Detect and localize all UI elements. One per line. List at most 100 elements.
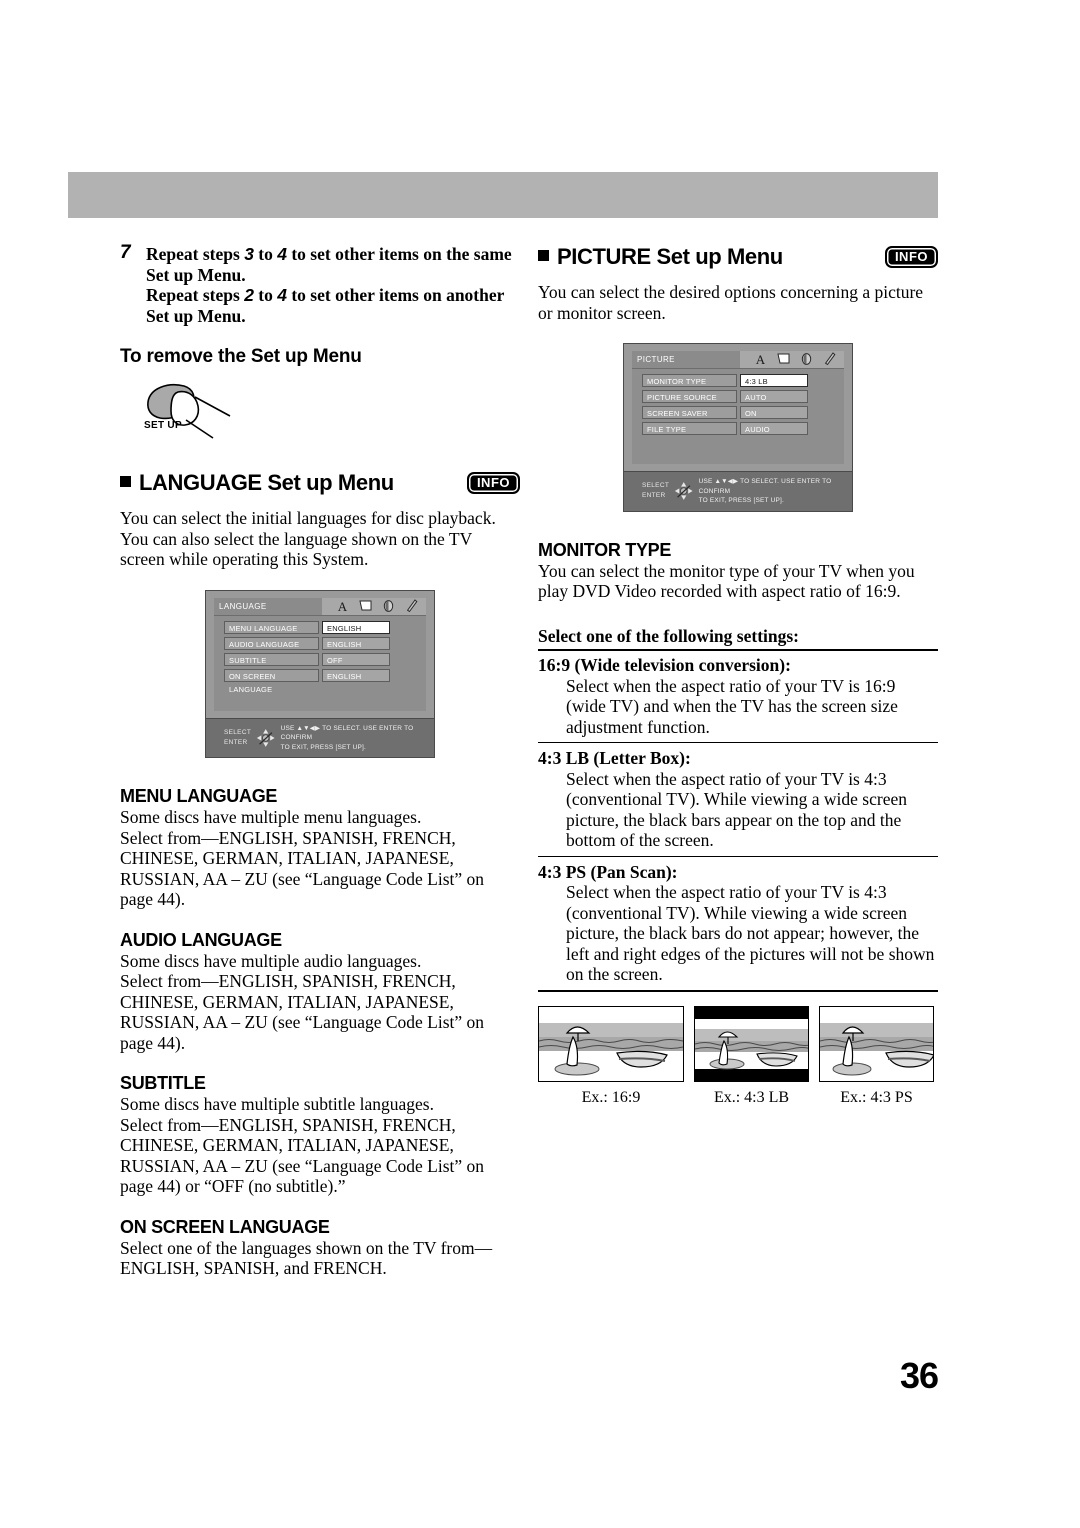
example-4-3-ps-caption: Ex.: 4:3 PS (840, 1088, 913, 1106)
picture-osd-screenshot: PICTURE A MONITOR TYPE 4:3 LB PICTURE SO (623, 343, 853, 512)
dpad-icon[interactable] (674, 480, 693, 502)
audio-language-line-1: Some discs have multiple audio languages… (120, 950, 422, 971)
setup-button-illustration: SET UP (138, 380, 298, 442)
osd-row-value[interactable]: ENGLISH (322, 620, 390, 634)
aspect-ratio-examples: Ex.: 16:9 Ex.: 4:3 LB Ex.: 4:3 PS (538, 1005, 938, 1107)
osd-nav-select-label: SELECT (642, 482, 670, 490)
audio-language-line-2: Select from—ENGLISH, SPANISH, FRENCH, CH… (120, 971, 485, 1053)
osd-row-label: SUBTITLE (224, 652, 319, 666)
finger-pressing-setup-button-icon (147, 384, 231, 439)
osd-nav-key-labels: SELECT ENTER (642, 481, 669, 501)
page-number: 36 (899, 1355, 939, 1396)
picture-section-header: PICTURE Set up Menu INFO (538, 244, 938, 270)
step-line1-num2: 4 (277, 244, 287, 264)
step-line2-num2: 4 (277, 285, 287, 305)
osd-row-label: AUDIO LANGUAGE (224, 636, 319, 650)
step-line1-b: to (253, 244, 278, 264)
step-line-1: Repeat steps 3 to 4 to set other items o… (146, 244, 512, 285)
example-4-3-lb-frame (694, 1005, 809, 1082)
osd-row-value[interactable]: AUDIO (740, 422, 808, 435)
picture-osd-nav-bar: SELECT ENTER USE ▲▼◀▶ TO SELECT. USE ENT… (624, 471, 852, 511)
language-osd-tab-title[interactable]: LANGUAGE (214, 597, 322, 615)
example-16-9-caption: Ex.: 16:9 (581, 1088, 641, 1106)
osd-row-value[interactable]: 4:3 LB (740, 374, 808, 387)
monitor-type-intro: You can select the monitor type of your … (538, 560, 915, 602)
setup-button-label: SET UP (144, 420, 182, 431)
osd-row-value[interactable]: AUTO (740, 390, 808, 403)
osd-row[interactable]: AUDIO LANGUAGE ENGLISH (224, 636, 420, 650)
remove-setup-menu-heading: To remove the Set up Menu (120, 346, 362, 367)
setting-desc-4-3-lb: Select when the aspect ratio of your TV … (566, 768, 907, 851)
osd-row[interactable]: SUBTITLE OFF (224, 652, 420, 666)
osd-nav-line-2: TO EXIT, PRESS [SET UP]. (280, 743, 367, 751)
osd-nav-enter-label: ENTER (642, 492, 666, 500)
osd-row-value[interactable]: ON (740, 406, 808, 419)
step-line2-a: Repeat steps (146, 285, 245, 305)
disc-icon[interactable] (382, 599, 395, 613)
osd-row-label: ON SCREEN LANGUAGE (224, 668, 319, 694)
header-band (68, 172, 938, 218)
language-osd-tabrow: LANGUAGE A (214, 597, 426, 616)
setting-desc-4-3-ps: Select when the aspect ratio of your TV … (566, 882, 935, 984)
subtitle-line-2: Select from—ENGLISH, SPANISH, FRENCH, CH… (120, 1114, 485, 1197)
letter-a-icon[interactable]: A (336, 599, 349, 613)
svg-text:A: A (756, 352, 766, 366)
language-osd-inner: LANGUAGE A MENU LANGUAGE ENGLISH AUDIO L (214, 597, 426, 711)
osd-row[interactable]: PICTURE SOURCE AUTO (642, 390, 838, 403)
picture-osd-rows: MONITOR TYPE 4:3 LB PICTURE SOURCE AUTO … (632, 369, 844, 464)
language-osd-tab-icons: A (336, 599, 418, 613)
example-4-3-ps: Ex.: 4:3 PS (819, 1005, 934, 1107)
wrench-icon[interactable] (823, 352, 836, 366)
square-bullet-icon (538, 249, 549, 261)
setting-term-16-9: 16:9 (Wide television conversion): (538, 655, 791, 675)
subtitle-heading: SUBTITLE (120, 1073, 206, 1093)
osd-row[interactable]: MENU LANGUAGE ENGLISH (224, 620, 420, 634)
osd-row[interactable]: SCREEN SAVER ON (642, 406, 838, 419)
setting-term-4-3-lb: 4:3 LB (Letter Box): (538, 748, 691, 768)
beach-scene-panscan-icon (820, 1006, 933, 1081)
picture-osd-tab-icons: A (754, 352, 836, 366)
osd-row-value[interactable]: OFF (322, 652, 390, 666)
osd-row[interactable]: MONITOR TYPE 4:3 LB (642, 374, 838, 387)
language-osd-rows: MENU LANGUAGE ENGLISH AUDIO LANGUAGE ENG… (214, 615, 426, 711)
disc-icon[interactable] (800, 352, 813, 366)
osd-row-value[interactable]: ENGLISH (322, 636, 390, 650)
osd-row[interactable]: ON SCREEN LANGUAGE ENGLISH (224, 668, 420, 694)
step-line1-a: Repeat steps (146, 244, 245, 264)
dpad-icon[interactable] (256, 727, 275, 749)
svg-text:A: A (338, 599, 348, 613)
language-section-title-wrap: LANGUAGE Set up Menu (120, 470, 394, 496)
osd-row-label: SCREEN SAVER (642, 406, 737, 419)
screen-icon[interactable] (777, 352, 790, 366)
language-section-intro: You can select the initial languages for… (120, 508, 496, 569)
info-badge-language[interactable]: INFO (466, 472, 520, 494)
example-4-3-ps-frame (819, 1005, 934, 1082)
osd-row-label: PICTURE SOURCE (642, 390, 737, 403)
osd-row-label: MONITOR TYPE (642, 374, 737, 387)
example-4-3-lb-caption: Ex.: 4:3 LB (713, 1088, 790, 1106)
osd-nav-line-1: USE ▲▼◀▶ TO SELECT. USE ENTER TO CONFIRM (280, 724, 414, 742)
screen-icon[interactable] (359, 599, 372, 613)
settings-rule-1 (538, 742, 938, 743)
step-7-block: 7 Repeat steps 3 to 4 to set other items… (120, 242, 520, 326)
osd-row[interactable]: FILE TYPE AUDIO (642, 422, 838, 435)
osd-nav-line-1: USE ▲▼◀▶ TO SELECT. USE ENTER TO CONFIRM (698, 478, 832, 495)
audio-language-heading: AUDIO LANGUAGE (120, 929, 282, 950)
step-line1-num1: 3 (244, 244, 254, 264)
beach-scene-wide-icon (539, 1006, 683, 1081)
example-4-3-lb: Ex.: 4:3 LB (694, 1005, 809, 1107)
setting-desc-16-9: Select when the aspect ratio of your TV … (566, 675, 898, 737)
wrench-icon[interactable] (405, 598, 418, 613)
picture-section-intro: You can select the desired options conce… (538, 282, 924, 323)
info-badge-picture[interactable]: INFO (884, 246, 938, 268)
osd-nav-instructions: USE ▲▼◀▶ TO SELECT. USE ENTER TO CONFIRM… (699, 477, 846, 506)
osd-nav-line-2: TO EXIT, PRESS [SET UP]. (698, 497, 785, 504)
letter-a-icon[interactable]: A (754, 352, 767, 366)
osd-row-value[interactable]: ENGLISH (322, 668, 390, 682)
monitor-type-heading: MONITOR TYPE (538, 539, 672, 560)
settings-rule-bottom (538, 989, 938, 992)
settings-rule-2 (538, 855, 938, 857)
monitor-type-select-label: Select one of the following settings: (538, 625, 800, 646)
picture-osd-tab-title[interactable]: PICTURE (632, 351, 740, 368)
picture-section-title: PICTURE Set up Menu (557, 244, 783, 269)
